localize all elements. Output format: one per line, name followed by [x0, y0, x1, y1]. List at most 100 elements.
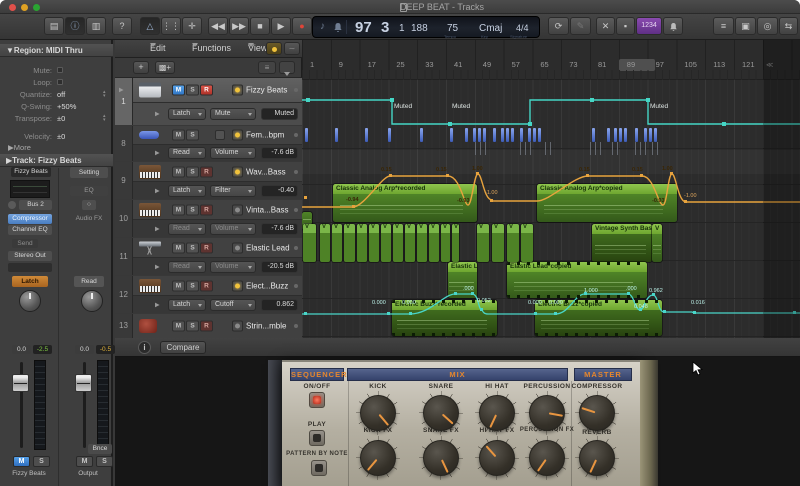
hihat-knob[interactable]	[475, 391, 519, 435]
automation-enable-button[interactable]	[232, 166, 243, 177]
solo-button[interactable]: S	[186, 84, 199, 96]
forward-button[interactable]: ▶▶	[229, 17, 249, 35]
output-slot[interactable]: Stereo Out	[8, 251, 52, 261]
track-main-row[interactable]: M S Fem...bpm	[133, 126, 302, 144]
automation-enable-button[interactable]	[232, 320, 243, 332]
midi-region-v[interactable]: V	[332, 224, 342, 262]
automation-mode-button[interactable]: Read	[168, 222, 206, 235]
ruler-number[interactable]: 113	[713, 60, 725, 69]
midi-region-v[interactable]: V	[452, 224, 459, 262]
midi-region-v[interactable]: V	[369, 224, 379, 262]
ruler-number[interactable]: 33	[425, 60, 433, 69]
rewind-button[interactable]: ◀◀	[208, 17, 228, 35]
zoom-window-button[interactable]	[33, 4, 40, 11]
solo-button[interactable]: S	[186, 166, 199, 177]
midi-region-v[interactable]: V	[320, 224, 330, 262]
midi-region-v[interactable]: V	[521, 224, 533, 262]
track-header-13[interactable]: 13 M S R Strin...mble	[115, 314, 302, 338]
automation-enable-button[interactable]	[232, 84, 243, 96]
mute-button[interactable]: M	[172, 280, 185, 291]
automation-mode-button[interactable]: Latch	[168, 298, 206, 311]
setting-button[interactable]: Setting	[70, 167, 108, 178]
midi-region-v[interactable]: V	[405, 224, 415, 262]
snare-knob[interactable]	[419, 391, 463, 435]
add-track-button[interactable]: +	[133, 61, 149, 74]
volume-fader[interactable]	[75, 374, 92, 392]
track-header-10[interactable]: 10 M S R Vinta...Bass ▶ Read Volume -7.6 dB	[115, 200, 302, 237]
toolbar-icon[interactable]: ▥	[86, 17, 106, 35]
automation-subtrack[interactable]: ▶ Latch Cutoff 0.862	[133, 295, 302, 313]
input-monitor-button[interactable]	[215, 130, 225, 140]
mute-button[interactable]: M	[172, 166, 185, 177]
velocity-value[interactable]: ±0	[57, 132, 65, 141]
kick-knob[interactable]	[356, 391, 400, 435]
automation-enable-button[interactable]	[232, 129, 243, 141]
tuner-icon[interactable]: ✛	[182, 17, 202, 35]
automation-parameter-button[interactable]: Volume	[210, 260, 256, 273]
mixer-icon[interactable]: ⋮⋮	[161, 17, 181, 35]
automation-mode-button[interactable]: Latch	[168, 184, 206, 197]
record-enable-button[interactable]: R	[200, 280, 213, 291]
stop-button[interactable]: ■	[250, 17, 270, 35]
mute-button[interactable]: M	[172, 242, 185, 253]
bounce-button[interactable]: Bnce	[88, 444, 112, 454]
automation-mode-read[interactable]: Read	[74, 276, 104, 287]
track-main-row[interactable]: M S R Strin...mble	[133, 314, 302, 338]
solo-button[interactable]: S	[186, 280, 199, 291]
ruler-number[interactable]: 9	[339, 60, 343, 69]
pattern-by-note-button[interactable]	[311, 460, 327, 476]
autopunch-pencil-icon[interactable]: ✎	[570, 17, 591, 35]
qswing-value[interactable]: +50%	[57, 102, 76, 111]
track-main-row[interactable]: M S R Elastic Lead	[133, 238, 302, 257]
region-inspector-header[interactable]: ▼ Region: MIDI Thru	[0, 44, 113, 57]
cycle-icon[interactable]: ⟳	[548, 17, 569, 35]
ruler-number[interactable]: 89	[627, 60, 635, 69]
solo-button[interactable]: S	[186, 242, 199, 253]
pan-knob[interactable]	[81, 290, 103, 312]
volume-value[interactable]: -0.5	[96, 345, 115, 354]
solo-button[interactable]: S	[186, 204, 199, 215]
midi-region-v[interactable]: V	[477, 224, 489, 262]
sequencer-onoff-button[interactable]	[309, 392, 325, 408]
midi-region-v[interactable]: V	[357, 224, 367, 262]
mute-button[interactable]: M	[172, 84, 185, 96]
solo-button[interactable]: S	[186, 129, 199, 141]
metronome-click-icon[interactable]	[663, 17, 683, 35]
ruler-number[interactable]: 17	[368, 60, 376, 69]
note-pads-icon[interactable]: ▣	[735, 17, 756, 35]
ruler-number[interactable]: 49	[483, 60, 491, 69]
plugin-slot-channel-eq[interactable]: Channel EQ	[8, 225, 52, 235]
ruler-number[interactable]: 81	[598, 60, 606, 69]
automation-toggle-icon[interactable]	[266, 42, 282, 55]
mute-checkbox[interactable]	[57, 67, 63, 73]
ruler-number[interactable]: 41	[454, 60, 462, 69]
stepper-icon[interactable]: ▴ ▾	[103, 114, 106, 123]
disclosure-triangle-icon[interactable]: ▶	[155, 263, 160, 270]
sequencer-play-button[interactable]	[309, 430, 325, 446]
pan-knob[interactable]	[19, 290, 41, 312]
transpose-value[interactable]: ±0	[57, 114, 65, 123]
pan-value[interactable]: 0.0	[12, 345, 31, 354]
ruler-number[interactable]: 105	[684, 60, 697, 69]
bus-send-slot[interactable]: Bus 2	[19, 200, 52, 210]
track-header-9[interactable]: 9 M S R Wav...Bass ▶ Latch Filter -0.40	[115, 162, 302, 199]
automation-parameter-button[interactable]: Volume	[210, 222, 256, 235]
automation-mode-button[interactable]: Latch	[168, 108, 206, 120]
automation-enable-button[interactable]	[232, 280, 243, 291]
midi-region-v[interactable]: V	[381, 224, 391, 262]
automation-parameter-button[interactable]: Volume	[210, 147, 256, 159]
midi-region-v[interactable]: V	[507, 224, 519, 262]
track-main-row[interactable]: M S R Vinta...Bass	[133, 200, 302, 219]
stepper-icon[interactable]: ▴ ▾	[103, 90, 106, 99]
midi-region-v[interactable]: V	[393, 224, 403, 262]
automation-enable-button[interactable]	[232, 204, 243, 215]
lcd-display[interactable]: ♪ 97 3 1 188 75 Tempo Cmaj Key 4/4 Signa…	[312, 16, 540, 39]
kick-fx-knob[interactable]	[356, 436, 400, 480]
track-inspector-header[interactable]: ▶ Track: Fizzy Beats	[0, 154, 113, 167]
disclosure-triangle-icon[interactable]: ▶	[155, 225, 160, 232]
record-enable-button[interactable]: R	[200, 166, 213, 177]
track-header-12[interactable]: 12 M S R Elect...Buzz ▶ Latch Cutoff 0.862	[115, 276, 302, 313]
library-icon[interactable]: ▤	[44, 17, 64, 35]
midi-region-v[interactable]: V	[417, 224, 427, 262]
midi-region-v[interactable]: V	[492, 224, 504, 262]
